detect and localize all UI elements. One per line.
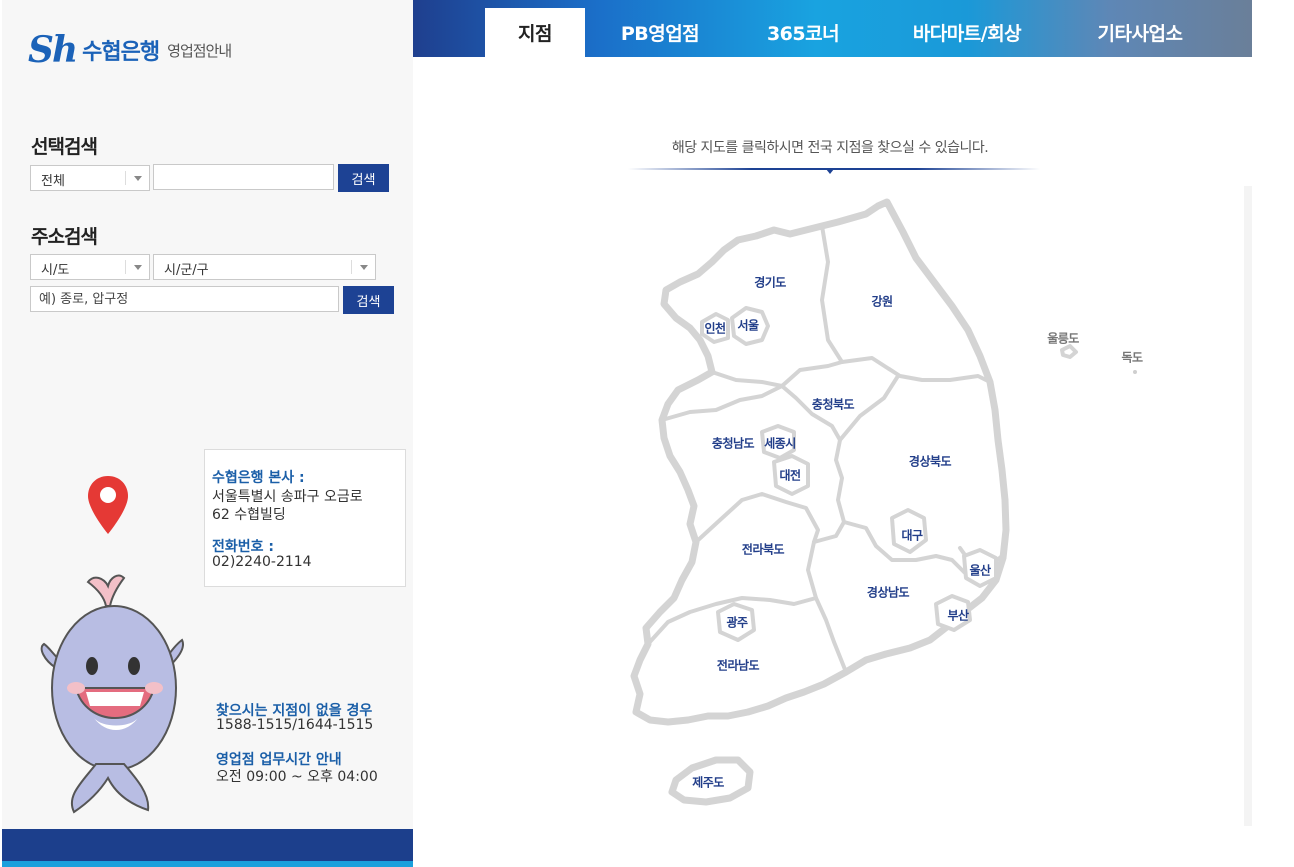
region-daegu[interactable]: 대구 (901, 527, 923, 544)
region-incheon[interactable]: 인천 (704, 320, 726, 337)
region-jeonnam[interactable]: 전라남도 (717, 657, 760, 674)
region-gyeongbuk[interactable]: 경상북도 (909, 453, 952, 470)
region-daejeon[interactable]: 대전 (779, 467, 801, 484)
region-gyeonggi[interactable]: 경기도 (754, 274, 786, 291)
ulleungdo-outline (1060, 344, 1078, 359)
region-seoul[interactable]: 서울 (737, 317, 759, 334)
region-gyeongnam[interactable]: 경상남도 (867, 584, 910, 601)
region-ulsan[interactable]: 울산 (969, 562, 991, 579)
region-jeonbuk[interactable]: 전라북도 (742, 541, 785, 558)
map-scroll-strip (1244, 186, 1252, 826)
region-ulleungdo[interactable]: 울릉도 (1047, 330, 1079, 347)
region-gwangju[interactable]: 광주 (726, 614, 748, 631)
region-sejong[interactable]: 세종시 (764, 435, 796, 452)
region-chungnam[interactable]: 충청남도 (712, 435, 755, 452)
korea-map[interactable] (0, 0, 1294, 867)
dokdo-dot (1133, 370, 1137, 374)
region-gangwon[interactable]: 강원 (871, 293, 893, 310)
region-dokdo[interactable]: 독도 (1121, 349, 1143, 366)
region-jeju[interactable]: 제주도 (692, 774, 724, 791)
region-busan[interactable]: 부산 (947, 607, 969, 624)
region-chungbuk[interactable]: 충청북도 (812, 396, 855, 413)
